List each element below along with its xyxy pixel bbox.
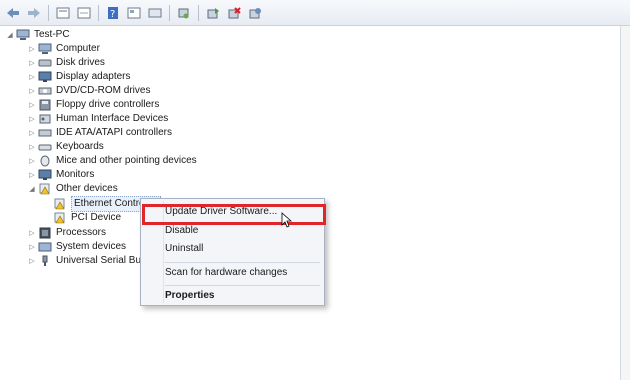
expand-arrow-icon[interactable]: ▷: [28, 87, 36, 95]
tree-root-label: Test-PC: [34, 29, 70, 40]
tree-item-label: Human Interface Devices: [56, 113, 169, 124]
ide-controller-icon: [38, 127, 52, 139]
tree-item-disk-drives[interactable]: ▷ Disk drives: [28, 56, 105, 70]
collapse-arrow-icon[interactable]: ◢: [28, 185, 36, 193]
expand-arrow-icon[interactable]: ▷: [28, 143, 36, 151]
tree-item-processors[interactable]: ▷ Processors: [28, 226, 106, 240]
tree-item-label: Processors: [56, 227, 107, 238]
expand-arrow-icon[interactable]: ▷: [28, 45, 36, 53]
uninstall-icon[interactable]: [225, 4, 243, 22]
tree-item-ide-ata-atapi-controllers[interactable]: ▷ IDE ATA/ATAPI controllers: [28, 126, 172, 140]
properties-icon[interactable]: [54, 4, 72, 22]
mouse-icon: [38, 155, 52, 167]
warning-device-icon: [53, 212, 67, 224]
highlight-box: [142, 204, 326, 225]
floppy-controller-icon: [38, 99, 52, 111]
keyboard-icon: [38, 141, 52, 153]
tree-item-label: Monitors: [56, 169, 95, 180]
mouse-cursor-icon: [281, 212, 293, 231]
tree-item-label: System devices: [56, 241, 127, 252]
svg-text:?: ?: [110, 9, 115, 19]
expand-arrow-icon[interactable]: ▷: [28, 59, 36, 67]
tree-item-dvd-cd-rom-drives[interactable]: ▷ DVD/CD-ROM drives: [28, 84, 150, 98]
menu-item-disable[interactable]: Disable: [165, 223, 198, 239]
tree-item-pci-device[interactable]: PCI Device: [53, 211, 121, 225]
dvd-drive-icon: [38, 85, 52, 97]
devices-icon[interactable]: [146, 4, 164, 22]
tree-item-floppy-drive-controllers[interactable]: ▷ Floppy drive controllers: [28, 98, 159, 112]
expand-arrow-icon[interactable]: ▷: [28, 229, 36, 237]
tree-item-label: Computer: [56, 43, 100, 54]
collapse-arrow-icon[interactable]: ◢: [6, 31, 14, 39]
tree-item-monitors[interactable]: ▷ Monitors: [28, 168, 94, 182]
expand-arrow-icon[interactable]: ▷: [28, 257, 36, 265]
tree-item-label: Universal Serial Bus: [56, 255, 147, 266]
toolbar-separator: [198, 4, 199, 21]
toolbar-separator: [98, 4, 99, 21]
forward-icon[interactable]: [25, 4, 43, 22]
expand-arrow-icon[interactable]: ▷: [28, 115, 36, 123]
system-devices-icon: [38, 241, 52, 253]
expand-arrow-icon[interactable]: ▷: [28, 73, 36, 81]
usb-icon: [38, 255, 52, 267]
tree-item-other-devices[interactable]: ◢ Other devices: [28, 182, 118, 196]
tree-item-label: DVD/CD-ROM drives: [56, 85, 151, 96]
view-icon[interactable]: [125, 4, 143, 22]
tree-item-label: Disk drives: [56, 57, 105, 68]
menu-item-properties[interactable]: Properties: [165, 288, 214, 304]
update-driver-icon[interactable]: [204, 4, 222, 22]
tree-item-universal-serial-bus[interactable]: ▷ Universal Serial Bus: [28, 254, 146, 268]
hid-icon: [38, 113, 52, 125]
help-icon[interactable]: ?: [104, 4, 122, 22]
toolbar-separator: [48, 4, 49, 21]
vertical-scrollbar[interactable]: [620, 26, 630, 380]
warning-device-icon: [53, 198, 67, 210]
disk-drive-icon: [38, 57, 52, 69]
disable-icon[interactable]: [246, 4, 264, 22]
tree-item-keyboards[interactable]: ▷ Keyboards: [28, 140, 104, 154]
display-adapter-icon: [38, 71, 52, 83]
toolbar: ?: [0, 0, 630, 26]
toolbar-separator: [169, 4, 170, 21]
expand-arrow-icon[interactable]: ▷: [28, 129, 36, 137]
back-icon[interactable]: [4, 4, 22, 22]
expand-arrow-icon[interactable]: ▷: [28, 243, 36, 251]
expand-arrow-icon[interactable]: ▷: [28, 101, 36, 109]
scan-hardware-icon[interactable]: [175, 4, 193, 22]
tree-item-label: Display adapters: [56, 71, 131, 82]
tree-item-computer[interactable]: ▷ Computer: [28, 42, 100, 56]
tree-item-label: IDE ATA/ATAPI controllers: [56, 127, 172, 138]
menu-separator: [165, 262, 320, 263]
menu-item-scan[interactable]: Scan for hardware changes: [165, 265, 287, 281]
tree-root[interactable]: ◢ Test-PC: [6, 28, 70, 42]
tree-item-label: Floppy drive controllers: [56, 99, 160, 110]
computer-icon: [16, 29, 30, 41]
monitor-icon: [38, 169, 52, 181]
expand-arrow-icon[interactable]: ▷: [28, 171, 36, 179]
other-devices-icon: [38, 183, 52, 195]
tree-item-mice-and-other-pointing-devices[interactable]: ▷ Mice and other pointing devices: [28, 154, 197, 168]
processor-icon: [38, 227, 52, 239]
tree-item-system-devices[interactable]: ▷ System devices: [28, 240, 126, 254]
menu-item-uninstall[interactable]: Uninstall: [165, 241, 203, 257]
menu-separator: [165, 285, 320, 286]
tree-item-display-adapters[interactable]: ▷ Display adapters: [28, 70, 130, 84]
tree-item-label: PCI Device: [71, 212, 122, 223]
tree-item-label: Keyboards: [56, 141, 104, 152]
tree-item-human-interface-devices[interactable]: ▷ Human Interface Devices: [28, 112, 168, 126]
expand-arrow-icon[interactable]: ▷: [28, 157, 36, 165]
tree-item-label: Other devices: [56, 183, 118, 194]
computer-icon: [38, 43, 52, 55]
tree-item-label: Mice and other pointing devices: [56, 155, 197, 166]
show-hidden-icon[interactable]: [75, 4, 93, 22]
